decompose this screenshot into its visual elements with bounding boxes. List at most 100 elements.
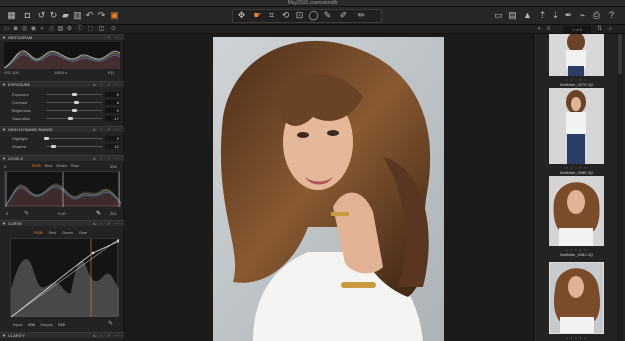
exposure-header[interactable]: ▼ EXPOSURE A ↑ ? ⋯ [0, 81, 124, 87]
adjust-tab-icon[interactable]: ⚙ [66, 26, 73, 33]
pan-icon[interactable]: ✥ [236, 10, 247, 21]
crop-icon[interactable]: ⌗ [266, 10, 277, 21]
brush-icon[interactable]: ✒ [563, 10, 574, 21]
rating-stars[interactable]: • • • • • [549, 335, 604, 340]
exposure-value-field[interactable]: -17 [105, 116, 120, 121]
exposure-slider-knob[interactable] [73, 101, 79, 104]
exposure-value-field[interactable]: 6 [105, 100, 120, 105]
hdr-slider-knob[interactable] [50, 145, 56, 148]
exposure-value-field[interactable]: 0 [105, 108, 120, 113]
levels-header[interactable]: ▼ LEVELS A ↑ ? ⋯ [0, 155, 124, 161]
panel-options-icon[interactable]: ? ⋯ [108, 35, 121, 41]
levels-tab-green[interactable]: Green [56, 163, 67, 168]
hdr-header[interactable]: ▼ HIGH DYNAMIC RANGE A ↑ ? ⋯ [0, 126, 124, 132]
histogram-header[interactable]: ▼ HISTOGRAM ? ⋯ [0, 34, 124, 40]
lens-tab-icon[interactable]: ◎ [21, 26, 28, 33]
exposure-slider-track[interactable] [46, 118, 102, 119]
search-icon[interactable]: ⌕ [607, 26, 614, 33]
panel-options-icon[interactable]: A ↑ ? ⋯ [93, 127, 121, 133]
clarity-title: CLARITY [8, 333, 25, 338]
curve-tab-blue[interactable]: Blue [79, 230, 87, 235]
batch-tab-icon[interactable]: ◫ [98, 26, 105, 33]
sort-icon[interactable]: ⇅ [596, 26, 603, 33]
trash-icon[interactable]: ▥ [72, 10, 83, 21]
browser-thumbnail-3[interactable] [549, 176, 604, 246]
white-picker-icon[interactable]: ✎ [96, 210, 101, 217]
stack-icon[interactable]: ▣ [109, 10, 120, 21]
browser-thumbnail-2[interactable] [549, 88, 604, 164]
curve-tab-red[interactable]: Red [49, 230, 56, 235]
picker-icon[interactable]: ✐ [338, 10, 349, 21]
paste-adjust-icon[interactable]: ⇣ [550, 10, 561, 21]
copy-adjust-icon[interactable]: ⇡ [537, 10, 548, 21]
grid-view-icon[interactable]: ▤ [507, 10, 518, 21]
camera-icon[interactable]: ◘ [22, 10, 33, 21]
levels-midpoint: 0.00 [58, 211, 66, 216]
browser-scrollbar[interactable] [617, 34, 623, 341]
portrait-image [213, 37, 444, 341]
color-tab-icon[interactable]: ◉ [30, 26, 37, 33]
grid-icon[interactable]: ▦ [6, 10, 17, 21]
curve-tab-green[interactable]: Green [62, 230, 73, 235]
hdr-slider-track[interactable] [46, 138, 102, 139]
curve-tab-rgb[interactable]: RGB [34, 230, 43, 235]
panel-options-icon[interactable]: A ↑ ? ⋯ [93, 156, 121, 162]
thumbnail-image [550, 263, 603, 333]
scrollbar-thumb[interactable] [618, 34, 622, 74]
spot-icon[interactable]: ◯ [308, 10, 319, 21]
help-icon[interactable]: ? [606, 10, 617, 21]
capture-tab-icon[interactable]: ◙ [12, 26, 19, 33]
black-picker-icon[interactable]: ✎ [24, 210, 29, 217]
color-picker-icon[interactable]: ✏ [356, 10, 367, 21]
browser-thumbnail-4-selected[interactable] [549, 262, 604, 334]
levels-tab-red[interactable]: Red [45, 163, 52, 168]
levels-tab-rgb[interactable]: RGB [32, 163, 41, 168]
output-tab-icon[interactable]: ⬚ [87, 26, 94, 33]
rotate-icon[interactable]: ⟲ [280, 10, 291, 21]
clarity-header[interactable]: ▼ CLARITY A ↑ ? ⋯ [0, 332, 124, 338]
keystone-icon[interactable]: ⊡ [294, 10, 305, 21]
local-tab-icon[interactable]: ▨ [57, 26, 64, 33]
compare-icon[interactable]: ▭ [493, 10, 504, 21]
main-photo[interactable] [213, 37, 444, 341]
select-icon[interactable]: ☛ [252, 10, 263, 21]
levels-histogram-graph [4, 172, 122, 207]
hdr-value-field[interactable]: 12 [105, 144, 120, 149]
thumbnail-name: Mathilde_0081.IIQ [560, 252, 593, 257]
curve-header[interactable]: ▼ CURVE A ↑ ? ⋯ [0, 220, 124, 226]
browser-thumbnail-1[interactable] [549, 34, 604, 76]
histogram-graph [3, 42, 121, 69]
mask-brush-icon[interactable]: ✎ [322, 10, 333, 21]
panel-options-icon[interactable]: A ↑ ? ⋯ [93, 333, 121, 339]
panel-options-icon[interactable]: A ↑ ? ⋯ [93, 221, 121, 227]
library-tab-icon[interactable]: ▭ [3, 26, 10, 33]
exposure-tab-icon[interactable]: ◐ [39, 26, 46, 33]
browser-list-icon[interactable]: ≡ [545, 26, 552, 33]
exposure-slider-knob[interactable] [67, 117, 73, 120]
levels-right-value: 255 [110, 164, 117, 169]
exposure-slider-knob[interactable] [72, 109, 77, 112]
rotate-left-icon[interactable]: ↺ [36, 10, 47, 21]
hdr-slider-knob[interactable] [44, 137, 49, 140]
redo-icon[interactable]: ↷ [96, 10, 107, 21]
curve-title: CURVE [8, 221, 22, 226]
print-icon[interactable]: ⎙ [591, 10, 602, 21]
folder-icon[interactable]: ▰ [60, 10, 71, 21]
curve-output-value: 218 [58, 322, 65, 327]
panel-options-icon[interactable]: A ↑ ? ⋯ [93, 82, 121, 88]
aperture-readout: f/11 [108, 70, 115, 75]
levels-tab-blue[interactable]: Blue [71, 163, 79, 168]
metadata-tab-icon[interactable]: ⓘ [76, 26, 83, 33]
browser-view-icon[interactable]: ◐ [536, 26, 543, 33]
rotate-right-icon[interactable]: ↻ [48, 10, 59, 21]
curve-graph[interactable] [10, 238, 121, 318]
panel-settings-icon[interactable]: ⊙ [110, 26, 117, 33]
detail-tab-icon[interactable]: ◇ [48, 26, 55, 33]
warning-icon[interactable]: ▲ [522, 10, 533, 21]
hdr-value-field[interactable]: 0 [105, 136, 120, 141]
exposure-slider-knob[interactable] [72, 93, 77, 96]
exposure-value-field[interactable]: 0 [105, 92, 120, 97]
wand-icon[interactable]: ⌁ [577, 10, 588, 21]
curve-picker-icon[interactable]: ✎ [108, 320, 113, 327]
undo-icon[interactable]: ↶ [84, 10, 95, 21]
